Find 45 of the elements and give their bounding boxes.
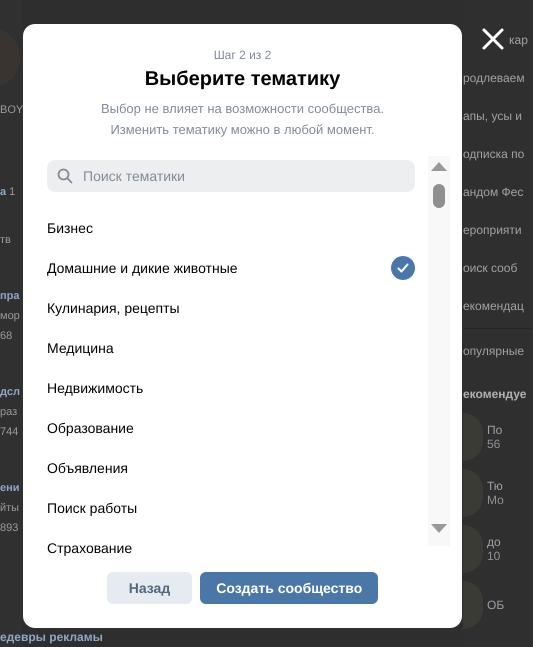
left-count: 1 — [9, 186, 16, 198]
left-heading: дсл — [0, 386, 20, 398]
back-button[interactable]: Назад — [106, 572, 192, 604]
left-text: мор — [0, 310, 20, 322]
scroll-up-icon[interactable] — [431, 162, 447, 171]
search-icon — [57, 168, 73, 184]
community-meta: Мо — [487, 493, 504, 507]
menu-item[interactable]: апы, усы и — [463, 108, 522, 124]
left-text: 744 — [0, 426, 18, 438]
community-meta: 56 — [487, 437, 502, 451]
menu-item[interactable]: кар — [509, 32, 528, 48]
community-name[interactable]: до — [487, 535, 501, 549]
step-label: Шаг 2 из 2 — [214, 48, 272, 62]
section-heading: едевры рекламы — [0, 630, 103, 644]
close-button[interactable] — [480, 26, 506, 52]
scrollbar[interactable] — [428, 156, 450, 546]
search-field[interactable]: Поиск тематики — [81, 167, 405, 185]
community-name[interactable]: ОБ — [487, 598, 504, 612]
left-text: тв — [0, 234, 11, 246]
left-heading: ени — [0, 482, 20, 494]
left-text: 893 — [0, 522, 18, 534]
menu-item[interactable]: родлеваем — [463, 70, 525, 86]
scroll-down-icon[interactable] — [431, 524, 447, 533]
left-text: йты — [0, 502, 20, 514]
left-text: BOY — [0, 104, 24, 116]
modal-subtitle: Выбор не влияет на возможности сообщества. Изменить тематику можно в любой момент. — [100, 100, 384, 139]
menu-item[interactable]: одписка по — [463, 146, 524, 162]
search-bar[interactable]: Поиск тематики — [47, 160, 415, 192]
left-link[interactable]: а — [0, 186, 6, 198]
scroll-thumb[interactable] — [433, 184, 445, 208]
menu-item[interactable]: ероприяти — [463, 222, 522, 238]
left-text: 68 — [0, 330, 12, 342]
check-icon — [391, 256, 415, 280]
menu-item[interactable]: оиск сооб — [463, 260, 518, 276]
left-text: раз — [0, 406, 18, 418]
menu-item[interactable]: андом Фес — [463, 184, 524, 200]
menu-item[interactable]: опулярные — [463, 343, 524, 359]
community-meta: 10 — [487, 549, 501, 563]
left-heading: пра — [0, 290, 20, 302]
create-button[interactable]: Создать сообщество — [200, 572, 378, 604]
modal-title: Выберите тематику — [144, 68, 340, 91]
recommended-title: екомендуе — [463, 387, 526, 401]
community-name[interactable]: Тю — [487, 479, 504, 493]
menu-item[interactable]: екомендац — [463, 298, 524, 314]
community-name[interactable]: По — [487, 423, 502, 437]
